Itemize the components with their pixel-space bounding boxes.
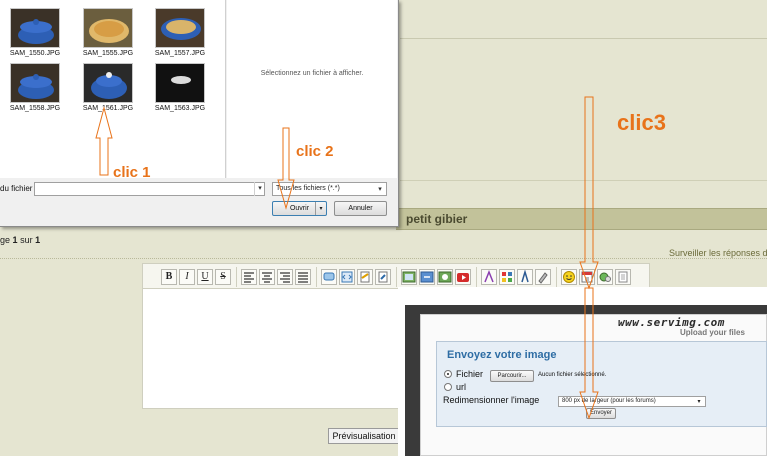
url-radio[interactable] xyxy=(444,383,452,391)
upload-title: Envoyez votre image xyxy=(447,349,557,361)
advanced-upload-icon[interactable] xyxy=(597,269,613,285)
pagination-total: 1 xyxy=(35,235,41,245)
topic-title: petit gibier xyxy=(406,212,468,226)
smiley-icon[interactable] xyxy=(561,269,577,285)
file-thumbnail[interactable] xyxy=(83,63,133,103)
file-name: SAM_1555.JPG xyxy=(82,50,134,57)
strikethrough-button[interactable]: S xyxy=(215,269,231,285)
file-thumbnail[interactable] xyxy=(155,8,205,48)
bold-button[interactable]: B xyxy=(161,269,177,285)
browse-button[interactable]: Parcourir... xyxy=(490,370,534,382)
image-icon[interactable] xyxy=(401,269,417,285)
preview-button[interactable]: Prévisualisation xyxy=(328,428,400,444)
color-icon[interactable] xyxy=(499,269,515,285)
toolbar-separator xyxy=(476,267,477,287)
spoiler-icon[interactable] xyxy=(357,269,373,285)
align-right-icon[interactable] xyxy=(277,269,293,285)
file-thumbnail[interactable] xyxy=(10,8,60,48)
file-list[interactable]: SAM_1550.JPG SAM_1555.JPG SAM_1557.JPG S… xyxy=(0,0,226,178)
file-option-label: Fichier xyxy=(456,369,484,379)
justify-icon[interactable] xyxy=(295,269,311,285)
pagination-current: 1 xyxy=(12,235,18,245)
dotted-divider xyxy=(0,258,767,259)
cancel-button[interactable]: Annuler xyxy=(334,201,387,216)
chevron-down-icon[interactable]: ▾ xyxy=(316,201,326,216)
pagination-separator: sur xyxy=(20,235,33,245)
clic3-annotation: clic3 xyxy=(617,110,666,135)
font-icon[interactable] xyxy=(517,269,533,285)
align-left-icon[interactable] xyxy=(241,269,257,285)
clean-format-icon[interactable] xyxy=(535,269,551,285)
servimg-upload-icon[interactable] xyxy=(579,269,595,285)
toolbar-separator xyxy=(556,267,557,287)
file-name: SAM_1557.JPG xyxy=(154,50,206,57)
font-size-icon[interactable] xyxy=(481,269,497,285)
filename-input[interactable] xyxy=(34,182,265,196)
quote-icon[interactable] xyxy=(321,269,337,285)
youtube-icon[interactable] xyxy=(455,269,471,285)
divider xyxy=(400,38,767,39)
url-option-label: url xyxy=(456,382,467,392)
file-thumbnail[interactable] xyxy=(83,8,133,48)
servimg-tagline: Upload your files xyxy=(680,328,745,337)
pagination-info: ge 1 sur 1 xyxy=(0,235,40,245)
hide-icon[interactable] xyxy=(375,269,391,285)
preview-placeholder: Sélectionnez un fichier à afficher. xyxy=(260,70,364,77)
filename-label: du fichier : xyxy=(0,184,37,193)
file-thumbnail[interactable] xyxy=(10,63,60,103)
code-icon[interactable] xyxy=(339,269,355,285)
file-thumbnail[interactable] xyxy=(155,63,205,103)
clic1-annotation: clic 1 xyxy=(113,164,151,181)
send-button[interactable]: Envoyer xyxy=(586,408,616,419)
chevron-down-icon[interactable]: ▾ xyxy=(254,182,265,196)
clic2-annotation: clic 2 xyxy=(296,143,334,160)
toolbar-separator xyxy=(236,267,237,287)
toolbar-separator xyxy=(396,267,397,287)
message-textarea[interactable] xyxy=(142,289,402,409)
flash-icon[interactable] xyxy=(437,269,453,285)
no-file-text: Aucun fichier sélectionné. xyxy=(538,372,607,378)
file-type-filter[interactable]: Tous les fichiers (*.*) xyxy=(272,182,387,196)
link-icon[interactable] xyxy=(419,269,435,285)
file-radio[interactable] xyxy=(444,370,452,378)
chevron-down-icon[interactable]: ▾ xyxy=(374,183,386,195)
file-name: SAM_1550.JPG xyxy=(9,50,61,57)
editor-toolbar: B I U S xyxy=(142,263,650,289)
resize-label: Redimensionner l'image xyxy=(443,395,540,405)
pagination-prefix: ge xyxy=(0,235,11,245)
toolbar-separator xyxy=(316,267,317,287)
file-name: SAM_1563.JPG xyxy=(154,105,206,112)
divider xyxy=(400,180,767,181)
monitor-replies-link[interactable]: Surveiller les réponses de xyxy=(669,248,767,258)
resize-select[interactable]: 800 px de largeur (pour les forums) xyxy=(558,396,706,407)
file-name: SAM_1558.JPG xyxy=(9,105,61,112)
source-mode-icon[interactable] xyxy=(615,269,631,285)
underline-button[interactable]: U xyxy=(197,269,213,285)
chevron-down-icon[interactable]: ▾ xyxy=(694,396,704,407)
file-name: SAM_1561.JPG xyxy=(82,105,134,112)
italic-button[interactable]: I xyxy=(179,269,195,285)
align-center-icon[interactable] xyxy=(259,269,275,285)
